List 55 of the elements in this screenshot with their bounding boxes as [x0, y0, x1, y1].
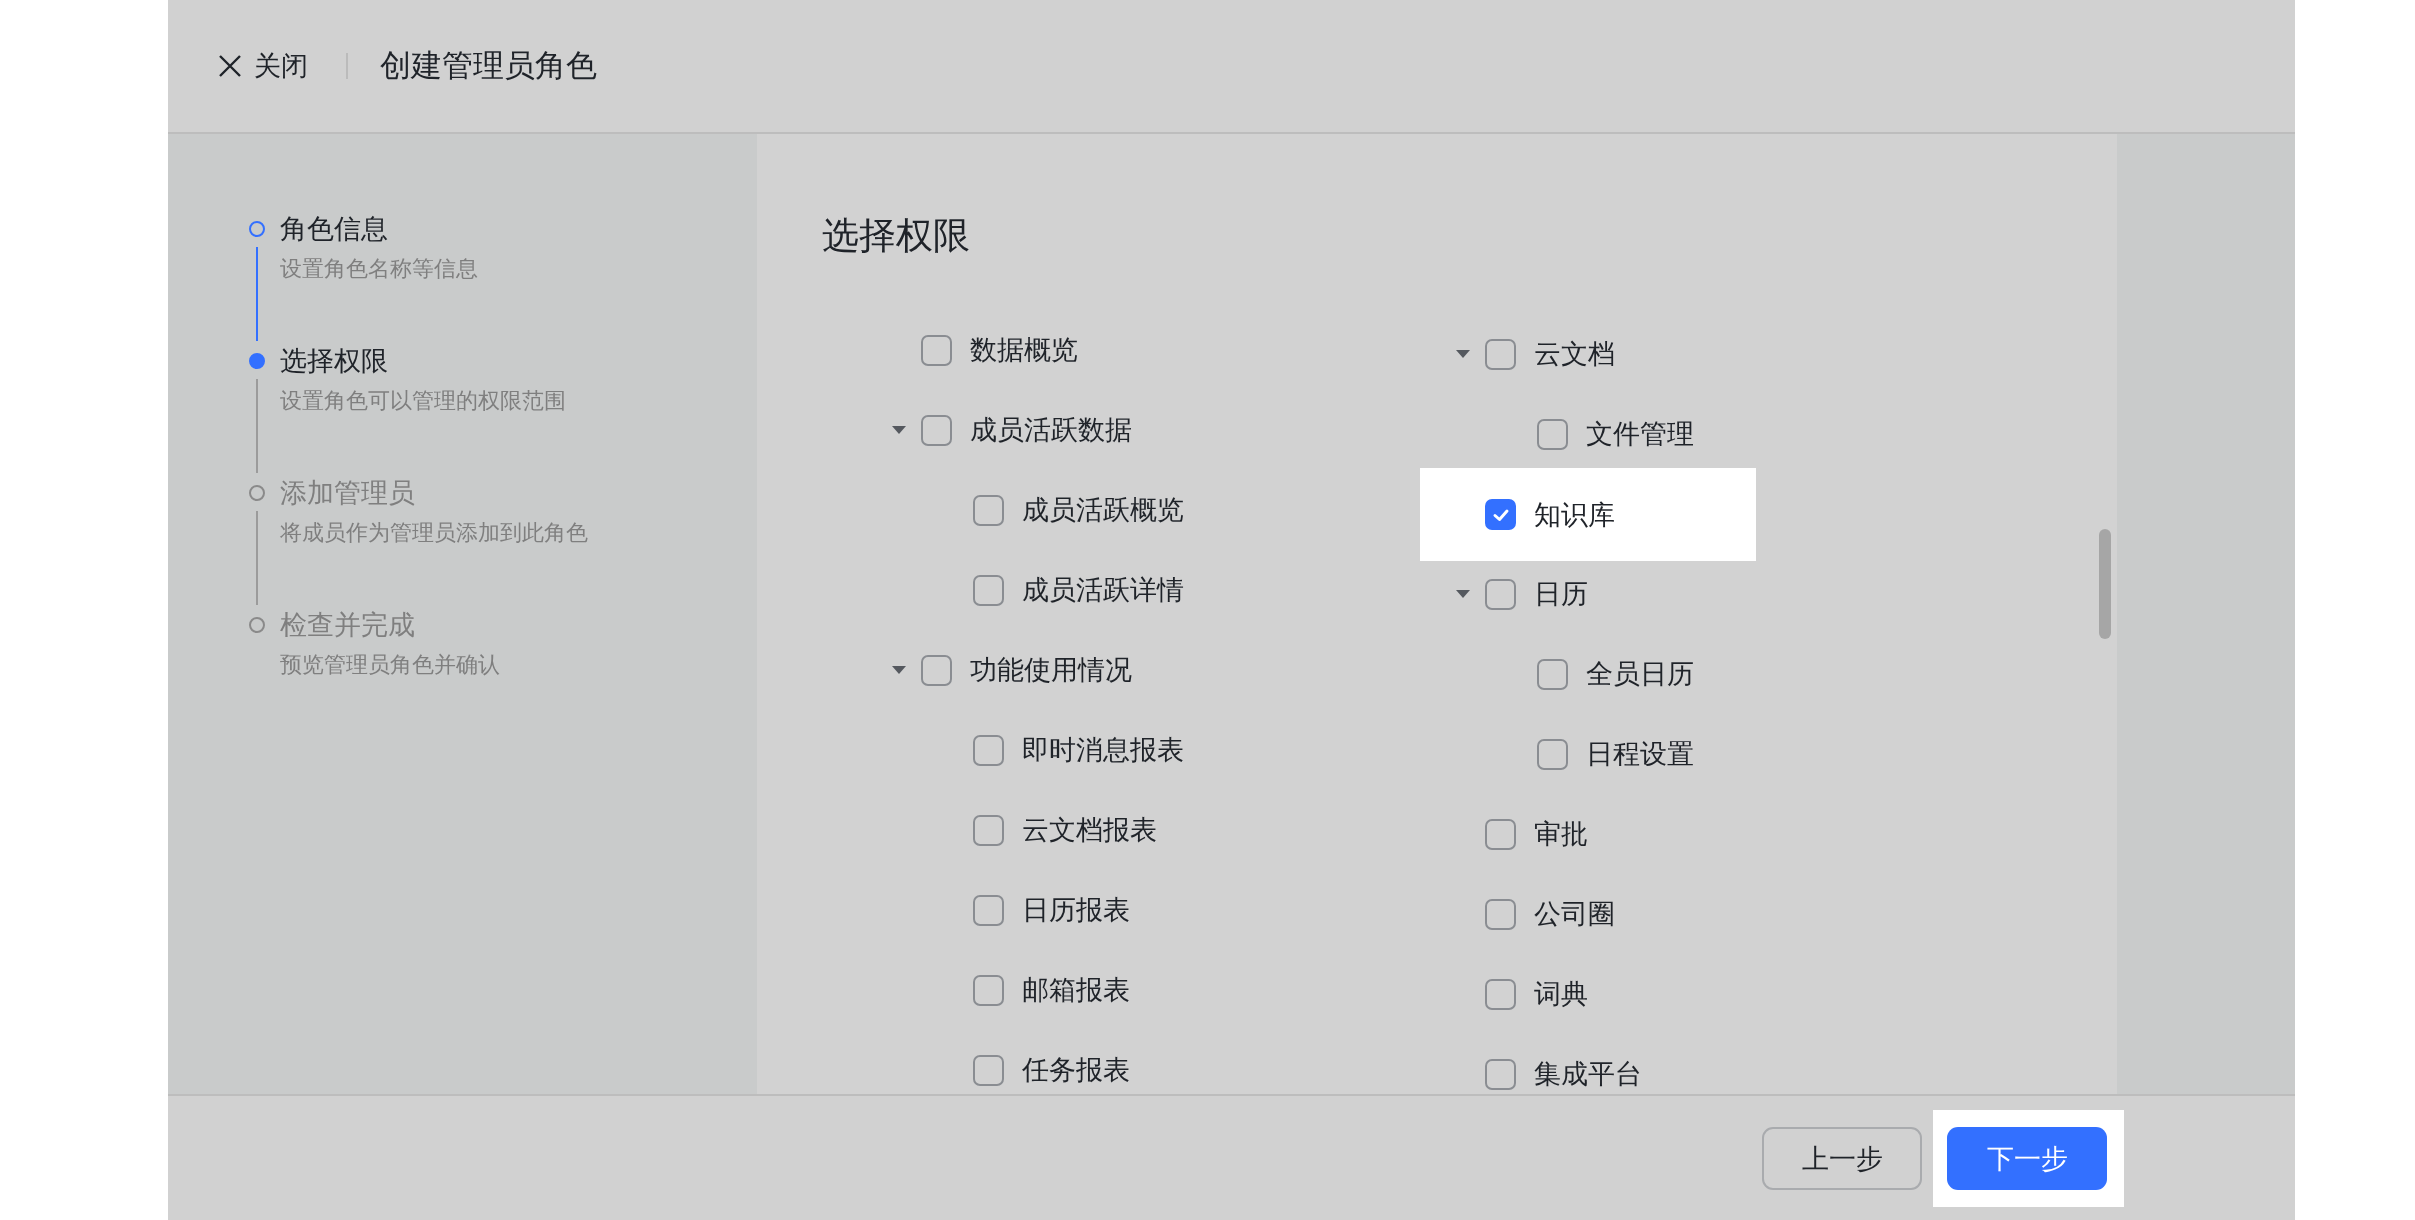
checkbox[interactable]: [973, 1054, 1004, 1086]
permission-label: 词典: [1534, 978, 1588, 1011]
checkbox[interactable]: [1537, 738, 1568, 770]
back-button[interactable]: 上一步: [1762, 1127, 1922, 1190]
permission-label: 成员活跃详情: [1022, 574, 1184, 607]
scrollbar[interactable]: [2099, 529, 2111, 639]
permission-label: 公司圈: [1534, 898, 1615, 931]
checkbox[interactable]: [973, 574, 1004, 606]
step-description: 设置角色名称等信息: [280, 255, 478, 283]
step-description: 设置角色可以管理的权限范围: [280, 387, 566, 415]
checkbox[interactable]: [1537, 658, 1568, 690]
permission-label: 全员日历: [1586, 658, 1694, 691]
close-icon: [218, 54, 242, 78]
checkbox[interactable]: [973, 734, 1004, 766]
permission-label: 成员活跃概览: [1022, 494, 1184, 527]
checkbox[interactable]: [921, 334, 952, 366]
step-title: 选择权限: [280, 345, 389, 378]
permission-label: 知识库: [1534, 498, 1615, 532]
checkbox[interactable]: [973, 974, 1004, 1006]
step-description: 将成员作为管理员添加到此角色: [280, 519, 588, 547]
permission-label: 日程设置: [1586, 738, 1694, 771]
step-description: 预览管理员角色并确认: [280, 651, 500, 679]
checkbox[interactable]: [973, 814, 1004, 846]
checkbox[interactable]: [1485, 898, 1516, 930]
checkbox[interactable]: [1485, 578, 1516, 610]
close-button[interactable]: 关闭: [218, 48, 308, 84]
permission-label: 云文档: [1534, 338, 1615, 371]
checkbox[interactable]: [1485, 818, 1516, 850]
checkbox[interactable]: [921, 654, 952, 686]
permission-label: 成员活跃数据: [970, 414, 1132, 447]
step-title: 角色信息: [280, 213, 389, 246]
permission-label: 云文档报表: [1022, 814, 1157, 847]
permission-label: 即时消息报表: [1022, 734, 1184, 767]
section-title: 选择权限: [822, 214, 970, 258]
checkbox[interactable]: [1537, 418, 1568, 450]
checkbox[interactable]: [1485, 338, 1516, 370]
dialog-title: 创建管理员角色: [380, 47, 597, 85]
permission-label: 功能使用情况: [970, 654, 1132, 687]
checkbox[interactable]: [1485, 1058, 1516, 1090]
step-title: 检查并完成: [280, 609, 416, 642]
permission-label: 日历报表: [1022, 894, 1130, 927]
permission-label: 日历: [1534, 578, 1588, 611]
checkbox[interactable]: [1485, 499, 1516, 530]
permission-label: 审批: [1534, 818, 1588, 851]
step-title: 添加管理员: [280, 477, 416, 510]
permission-label: 集成平台: [1534, 1058, 1642, 1091]
next-button[interactable]: 下一步: [1947, 1127, 2107, 1190]
checkbox[interactable]: [973, 894, 1004, 926]
checkbox[interactable]: [973, 494, 1004, 526]
permission-label: 文件管理: [1586, 418, 1694, 451]
checkbox[interactable]: [1485, 978, 1516, 1010]
permission-label: 数据概览: [970, 334, 1078, 367]
permission-label: 任务报表: [1022, 1054, 1130, 1087]
checkbox[interactable]: [921, 414, 952, 446]
permission-label: 邮箱报表: [1022, 974, 1130, 1007]
